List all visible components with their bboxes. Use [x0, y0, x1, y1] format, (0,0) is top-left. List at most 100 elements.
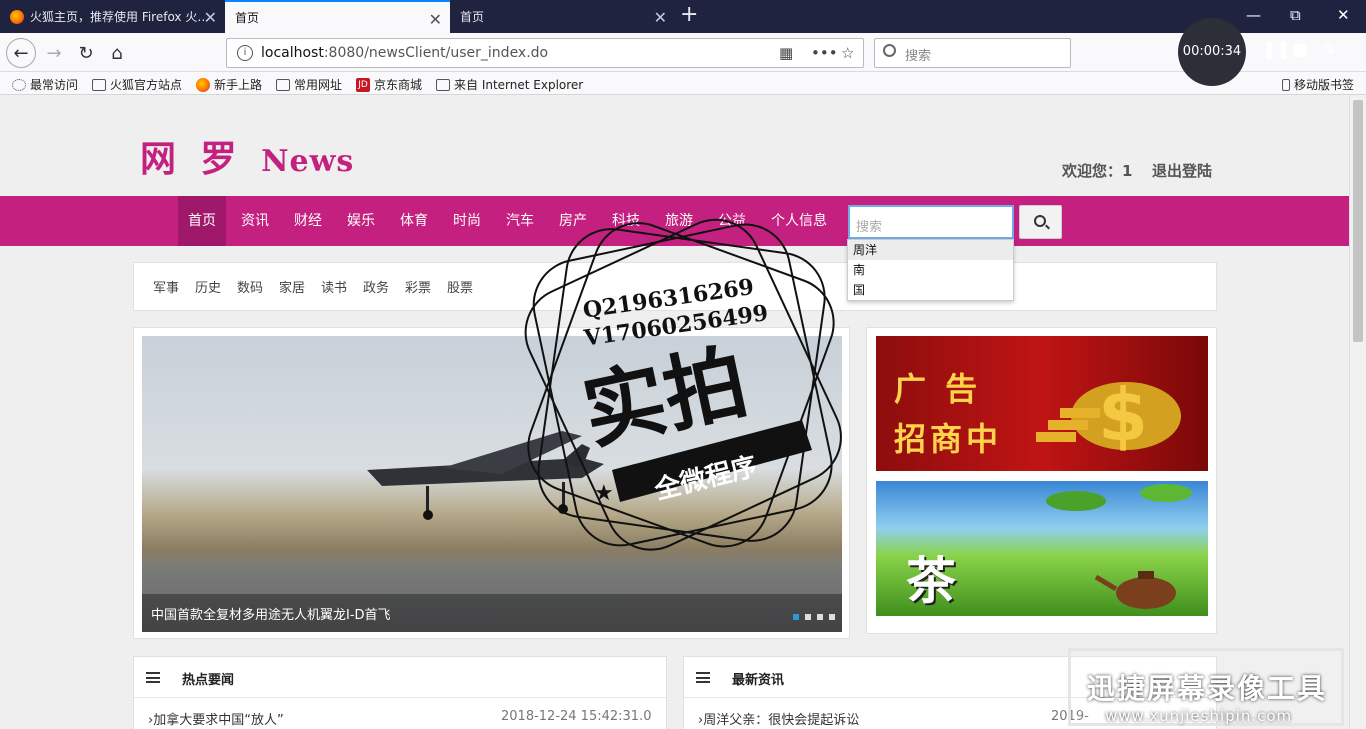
suggestion-item[interactable]: 周洋	[848, 240, 1013, 260]
carousel-dot[interactable]	[793, 614, 799, 620]
stop-icon[interactable]: ■	[1292, 40, 1308, 60]
folder-icon	[92, 78, 106, 91]
list-icon	[146, 672, 160, 683]
pen-icon[interactable]: ✎	[1322, 40, 1336, 60]
drone-illustration	[367, 431, 604, 520]
carousel-indicators	[793, 609, 841, 624]
tab-home-active[interactable]: 首页 ✕	[225, 0, 450, 33]
reload-icon: ↻	[78, 42, 94, 64]
news-carousel[interactable]: 中国首款全复材多用途无人机翼龙I-D首飞	[133, 327, 850, 639]
page-viewport: 网 罗 News 欢迎您：1 退出登陆 首页 资讯 财经 娱乐 体育 时尚 汽车…	[0, 96, 1349, 729]
hot-news-panel: 热点要闻 ›加拿大要求中国“放人” 2018-12-24 15:42:31.0	[133, 656, 667, 729]
bookmark-firefox-site[interactable]: 火狐官方站点	[92, 76, 182, 93]
gear-icon	[12, 78, 26, 91]
menu-item-travel[interactable]: 旅游	[655, 196, 703, 246]
menu-item-entertainment[interactable]: 娱乐	[337, 196, 385, 246]
folder-icon	[276, 78, 290, 91]
tab-home-2[interactable]: 首页 ✕	[450, 0, 675, 33]
close-tab-icon[interactable]: ✕	[429, 10, 442, 29]
carousel-dot[interactable]	[805, 614, 811, 620]
site-search-button[interactable]	[1019, 205, 1062, 239]
subnav-home[interactable]: 家居	[279, 277, 305, 296]
page-actions-icon[interactable]: •••	[811, 44, 838, 62]
carousel-dot[interactable]	[829, 614, 835, 620]
menu-item-sports[interactable]: 体育	[390, 196, 438, 246]
jd-icon: JD	[356, 77, 370, 92]
hot-news-item[interactable]: ›加拿大要求中国“放人”	[148, 709, 284, 728]
hot-news-time: 2018-12-24 15:42:31.0	[501, 709, 652, 724]
menu-item-profile[interactable]: 个人信息	[763, 196, 835, 246]
carousel-slide-image[interactable]: 中国首款全复材多用途无人机翼龙I-D首飞	[142, 336, 842, 632]
page-scrollbar[interactable]	[1349, 96, 1366, 729]
subnav-reading[interactable]: 读书	[321, 277, 347, 296]
arrow-left-icon: ←	[13, 42, 29, 64]
list-icon	[696, 672, 710, 683]
logout-link[interactable]: 退出登陆	[1152, 160, 1212, 181]
svg-text:$: $	[1098, 373, 1148, 457]
bookmark-jd[interactable]: JD 京东商城	[356, 76, 422, 93]
main-menu: 首页 资讯 财经 娱乐 体育 时尚 汽车 房产 科技 旅游 公益 个人信息 搜索	[0, 196, 1349, 246]
tab-label: 火狐主页，推荐使用 Firefox 火…	[30, 10, 210, 24]
menu-item-home[interactable]: 首页	[178, 196, 226, 246]
subnav-digital[interactable]: 数码	[237, 277, 263, 296]
forward-button[interactable]: →	[40, 39, 68, 67]
bookmark-most-visited[interactable]: 最常访问	[12, 76, 78, 93]
recorder-watermark: 迅捷屏幕录像工具 www.xunjieshipin.com	[1068, 648, 1344, 726]
menu-item-charity[interactable]: 公益	[708, 196, 756, 246]
reload-button[interactable]: ↻	[72, 39, 100, 67]
teapot-graphic	[1046, 484, 1192, 609]
bookmark-star-icon[interactable]: ☆	[841, 44, 854, 62]
ad-banner-tea[interactable]: 茶	[876, 481, 1208, 616]
qr-code-icon[interactable]: ▦	[779, 44, 793, 62]
bookmark-getting-started[interactable]: 新手上路	[196, 76, 262, 93]
sub-navigation: 军事 历史 数码 家居 读书 政务 彩票 股票	[133, 262, 1217, 311]
watermark-url: www.xunjieshipin.com	[1105, 707, 1293, 725]
suggestion-item[interactable]: 国	[848, 280, 1013, 300]
bookmark-from-ie[interactable]: 来自 Internet Explorer	[436, 76, 583, 93]
menu-item-fashion[interactable]: 时尚	[443, 196, 491, 246]
subnav-lottery[interactable]: 彩票	[405, 277, 431, 296]
firefox-icon	[10, 9, 24, 24]
back-button[interactable]: ←	[6, 38, 36, 68]
new-tab-button[interactable]: +	[680, 4, 698, 26]
bookmark-common-sites[interactable]: 常用网址	[276, 76, 342, 93]
navigation-toolbar: ← → ↻ ⌂ i localhost:8080/newsClient/user…	[0, 33, 1366, 72]
scrollbar-thumb[interactable]	[1353, 100, 1363, 342]
subnav-government[interactable]: 政务	[363, 277, 389, 296]
search-suggestions: 周洋 南 国	[847, 239, 1014, 301]
ad-column: 广 告 招商中 $ 茶	[866, 327, 1217, 634]
close-tab-icon[interactable]: ✕	[204, 8, 217, 27]
bookmarks-toolbar: 最常访问 火狐官方站点 新手上路 常用网址 JD 京东商城 来自 Internet…	[0, 72, 1366, 95]
hot-news-header: 热点要闻	[134, 657, 666, 698]
ad-banner-recruiting[interactable]: 广 告 招商中 $	[876, 336, 1208, 471]
latest-news-item[interactable]: ›周洋父亲：很快会提起诉讼	[698, 709, 859, 728]
info-icon[interactable]: i	[237, 45, 253, 61]
tab-firefox-home[interactable]: 火狐主页，推荐使用 Firefox 火… ✕	[0, 0, 225, 33]
firefox-icon	[196, 77, 210, 92]
url-bar[interactable]: i localhost:8080/newsClient/user_index.d…	[226, 38, 864, 68]
carousel-dot[interactable]	[817, 614, 823, 620]
home-button[interactable]: ⌂	[103, 39, 131, 67]
menu-item-realestate[interactable]: 房产	[549, 196, 597, 246]
home-icon: ⌂	[111, 42, 123, 64]
subnav-military[interactable]: 军事	[153, 277, 179, 296]
browser-search-placeholder: 搜索	[905, 49, 932, 64]
subnav-history[interactable]: 历史	[195, 277, 221, 296]
site-search-input[interactable]: 搜索	[848, 205, 1014, 239]
site-logo[interactable]: 网 罗 News	[140, 130, 354, 182]
latest-news-title: 最新资讯	[732, 673, 785, 688]
menu-item-tech[interactable]: 科技	[602, 196, 650, 246]
tab-label: 首页	[460, 10, 485, 24]
tab-label: 首页	[235, 11, 260, 25]
carousel-caption-bar: 中国首款全复材多用途无人机翼龙I-D首飞	[142, 594, 842, 632]
menu-item-news[interactable]: 资讯	[231, 196, 279, 246]
browser-search-box[interactable]: 搜索	[874, 38, 1071, 68]
menu-item-auto[interactable]: 汽车	[496, 196, 544, 246]
suggestion-item[interactable]: 南	[848, 260, 1013, 280]
close-tab-icon[interactable]: ✕	[654, 8, 667, 27]
carousel-caption[interactable]: 中国首款全复材多用途无人机翼龙I-D首飞	[151, 604, 391, 623]
recorder-timer: 00:00:34	[1178, 18, 1246, 86]
subnav-stocks[interactable]: 股票	[447, 277, 473, 296]
menu-item-finance[interactable]: 财经	[284, 196, 332, 246]
pause-icon[interactable]: ❚❚	[1262, 40, 1291, 60]
